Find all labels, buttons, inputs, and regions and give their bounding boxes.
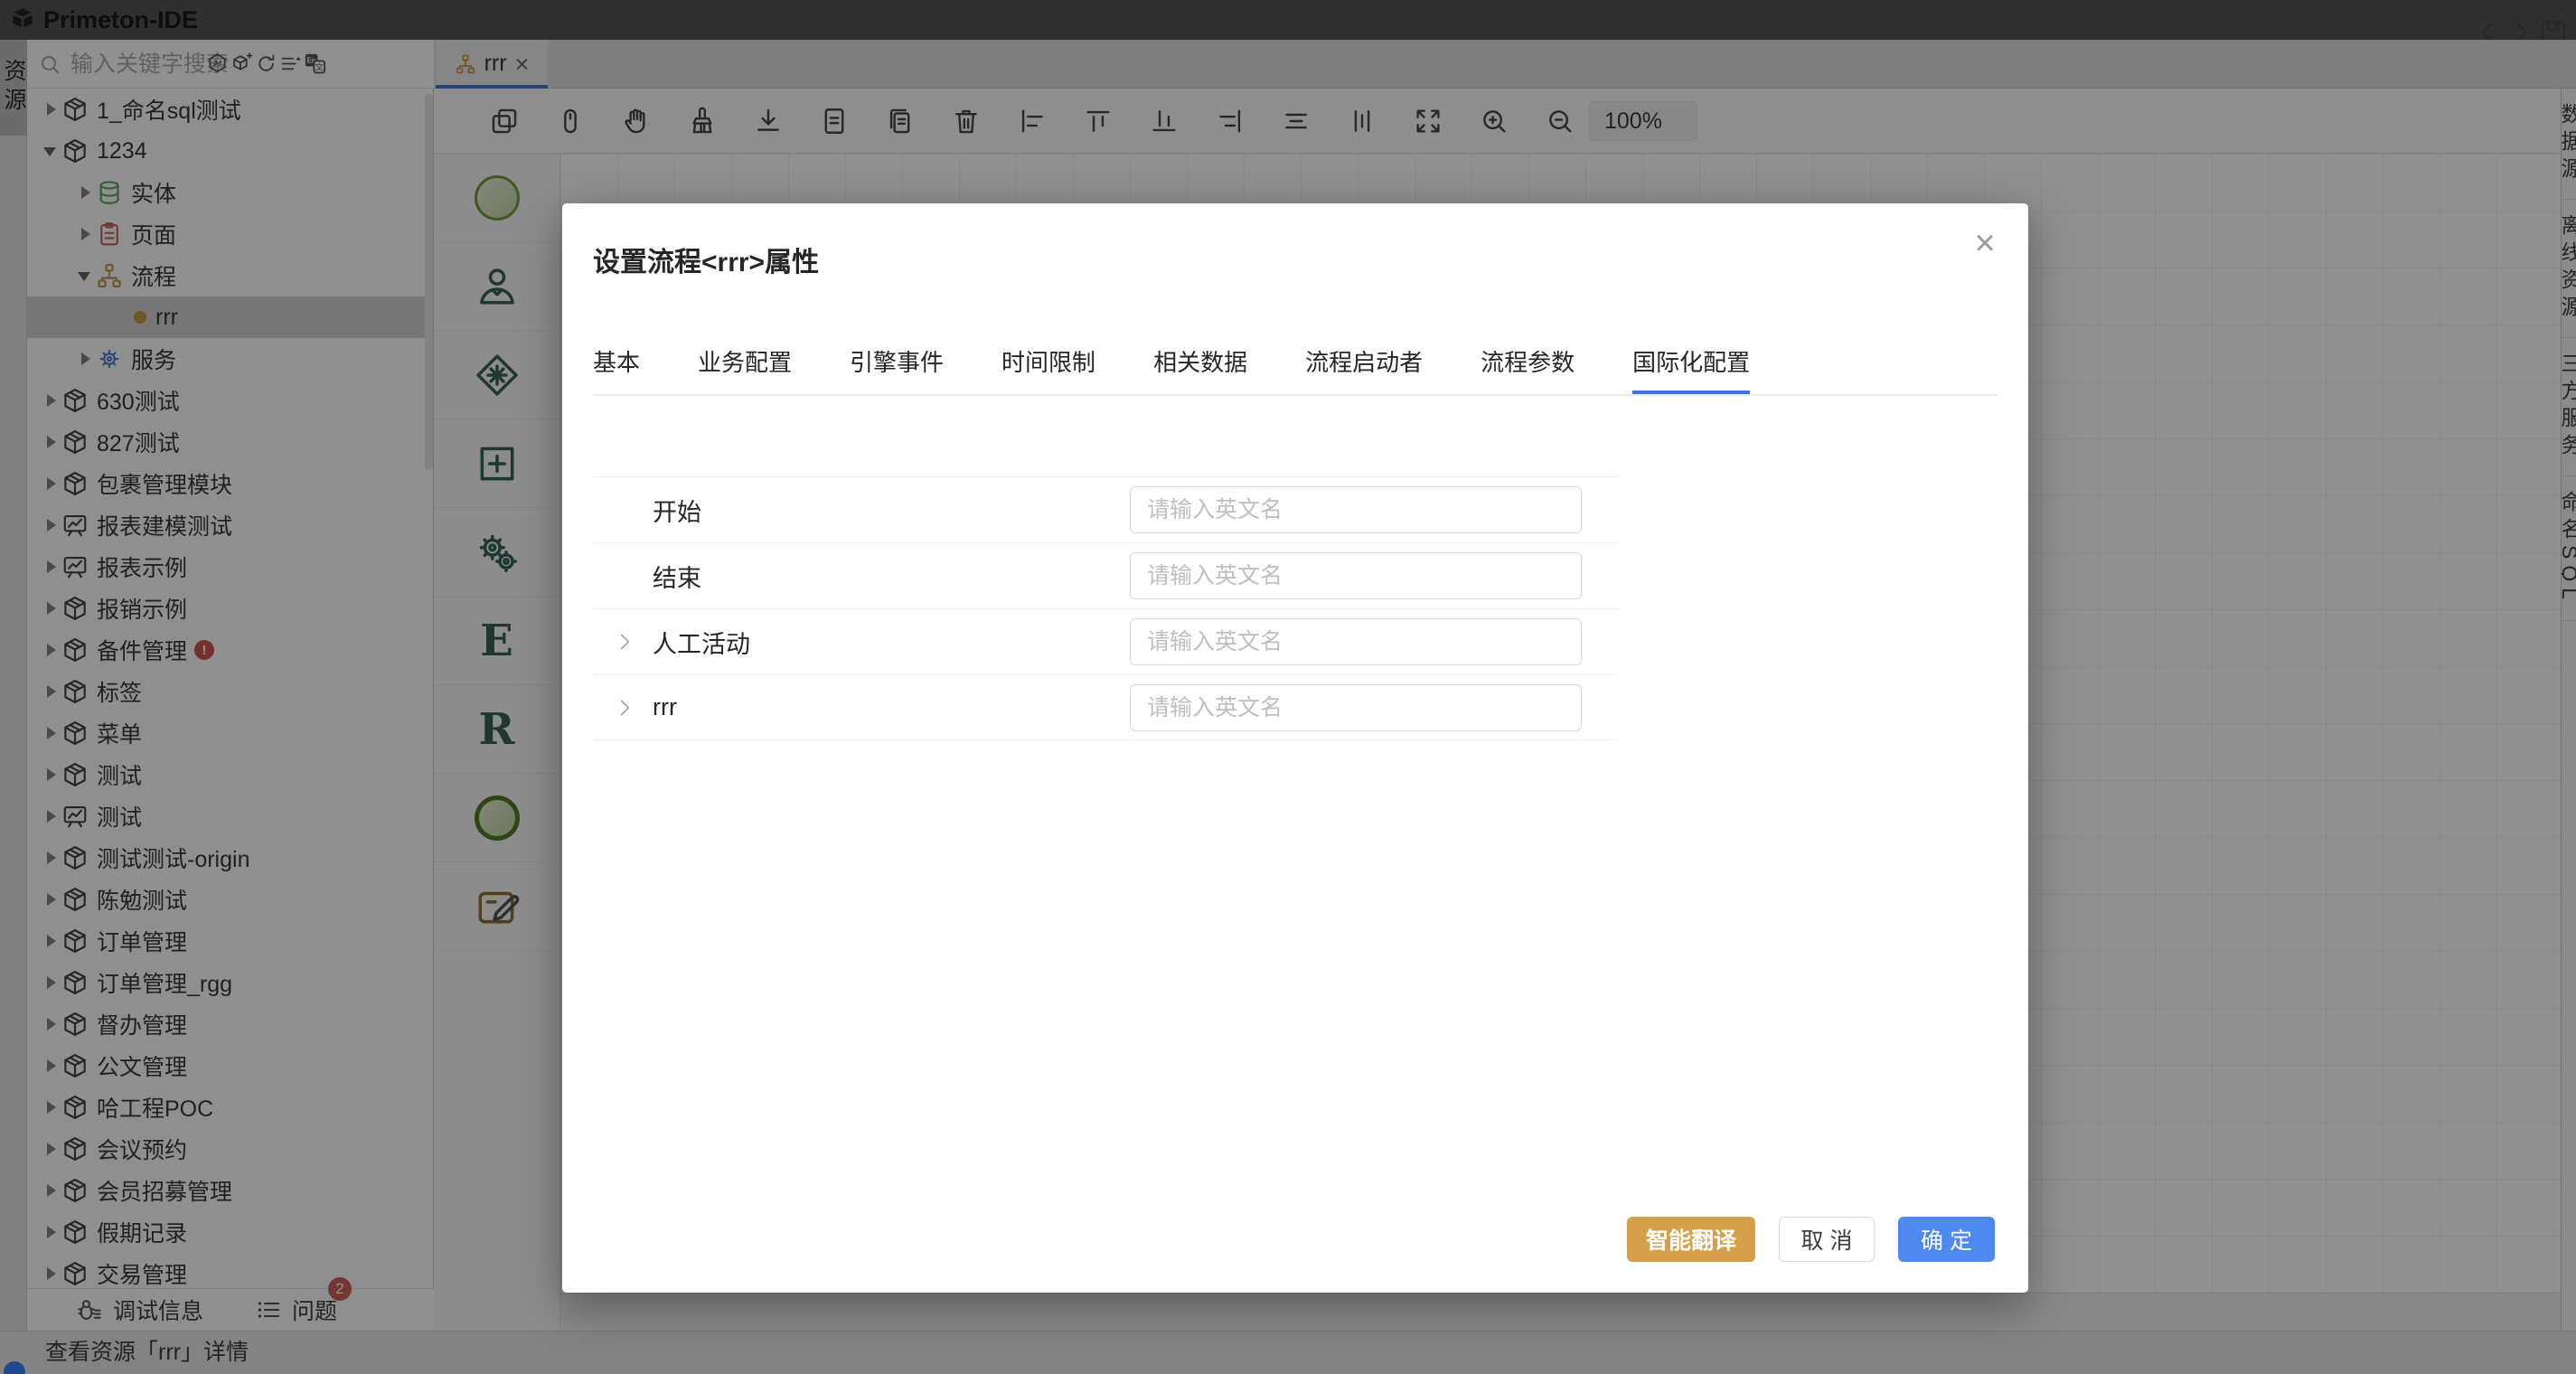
dialog-tab-基本[interactable]: 基本 <box>593 344 640 394</box>
i18n-config-table: 开始结束人工活动 rrr <box>593 476 1619 740</box>
dialog-tab-相关数据[interactable]: 相关数据 <box>1153 344 1247 394</box>
dialog-tab-流程参数[interactable]: 流程参数 <box>1481 344 1575 394</box>
ok-button[interactable]: 确 定 <box>1898 1217 1995 1262</box>
application-window: Primeton-IDE 资源 输入关键字搜索 AIEn文 1_命名sql测试1… <box>0 0 2576 1374</box>
english-name-input[interactable] <box>1130 618 1582 665</box>
i18n-row-rrr: rrr <box>593 674 1619 740</box>
cancel-button[interactable]: 取 消 <box>1779 1217 1875 1262</box>
english-name-input[interactable] <box>1130 552 1582 599</box>
row-label: 开始 <box>653 493 701 528</box>
dialog-tab-业务配置[interactable]: 业务配置 <box>698 344 792 394</box>
row-label: rrr <box>653 693 677 721</box>
expand-chevron-icon[interactable] <box>613 630 636 654</box>
dialog-tabs: 基本 业务配置 引擎事件 时间限制 相关数据 流程启动者 流程参数 国际化配置 <box>593 344 1998 396</box>
dialog-tab-流程启动者[interactable]: 流程启动者 <box>1305 344 1423 394</box>
flow-properties-dialog: 设置流程<rrr>属性 × 基本 业务配置 引擎事件 时间限制 相关数据 流程启动者 流程参… <box>562 203 2028 1293</box>
dialog-footer: 智能翻译 取 消 确 定 <box>1627 1217 1995 1262</box>
dialog-tab-国际化配置[interactable]: 国际化配置 <box>1632 344 1750 394</box>
i18n-row-开始: 开始 <box>593 476 1619 542</box>
expand-chevron-icon[interactable] <box>613 696 636 720</box>
i18n-row-结束: 结束 <box>593 542 1619 608</box>
row-label: 结束 <box>653 559 701 594</box>
i18n-row-人工活动: 人工活动 <box>593 608 1619 674</box>
dialog-tab-时间限制[interactable]: 时间限制 <box>1001 344 1095 394</box>
dialog-tab-引擎事件[interactable]: 引擎事件 <box>850 344 944 394</box>
dialog-title: 设置流程<rrr>属性 <box>593 240 819 279</box>
english-name-input[interactable] <box>1130 486 1582 533</box>
english-name-input[interactable] <box>1130 684 1582 731</box>
smart-translate-button[interactable]: 智能翻译 <box>1627 1217 1755 1262</box>
row-label: 人工活动 <box>653 625 750 660</box>
dialog-close-icon[interactable]: × <box>1965 223 2005 263</box>
